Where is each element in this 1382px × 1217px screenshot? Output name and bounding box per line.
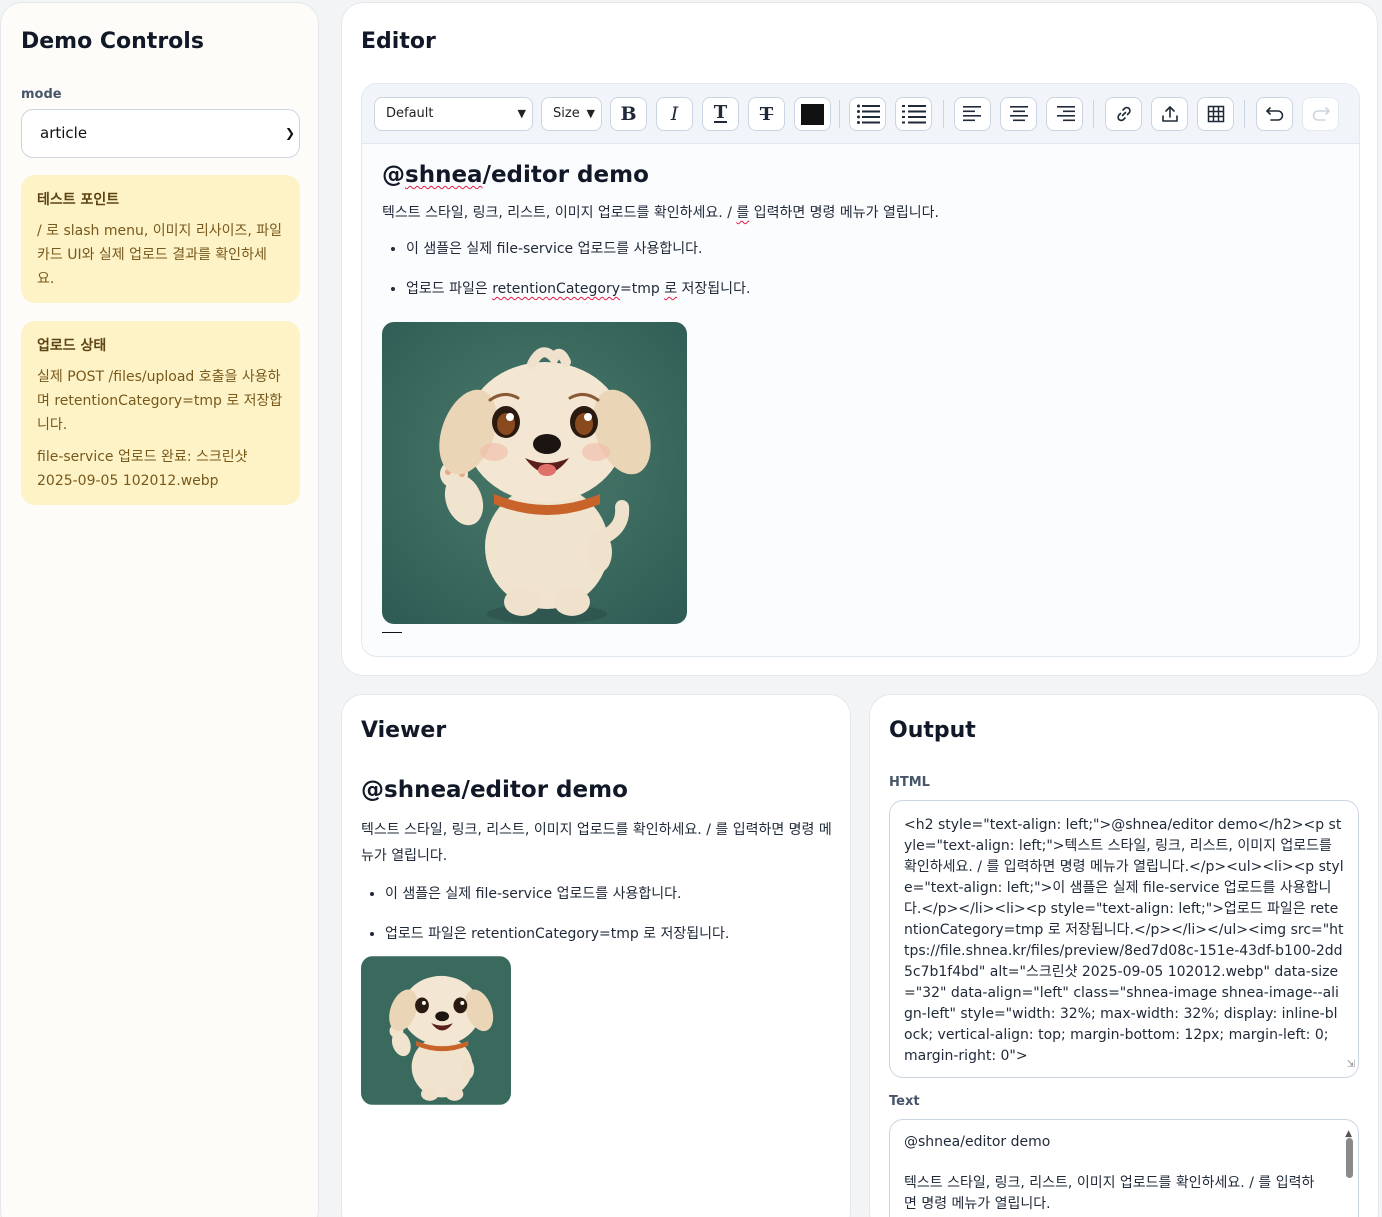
doc-paragraph: 텍스트 스타일, 링크, 리스트, 이미지 업로드를 확인하세요. / 를 입력…: [382, 205, 939, 221]
upload-status-note: 업로드 상태 실제 POST /files/upload 호출을 사용하며 re…: [21, 321, 300, 505]
undo-button[interactable]: [1256, 97, 1293, 131]
color-swatch-icon: [801, 103, 824, 125]
link-icon: [1116, 106, 1131, 122]
toolbar-divider: [943, 100, 944, 128]
editor-toolbar: Default ▼ Size ▼ B I T T: [362, 84, 1359, 144]
html-output-label: HTML: [889, 775, 930, 790]
size-select-value: Size: [553, 106, 580, 121]
resize-handle-icon[interactable]: ⇲: [1347, 1054, 1355, 1075]
mode-select[interactable]: article ❯: [21, 109, 300, 158]
toolbar-divider: [1244, 100, 1245, 128]
toolbar-divider: [1093, 100, 1094, 128]
list-item: 이 샘플은 실제 file-service 업로드를 사용합니다.: [406, 238, 1342, 258]
bullet-list-icon: [856, 104, 880, 124]
note-title: 테스트 포인트: [37, 192, 120, 208]
note-text: / 로 slash menu, 이미지 리사이즈, 파일 카드 UI와 실제 업…: [37, 223, 283, 287]
align-left-button[interactable]: [954, 97, 991, 131]
italic-icon: I: [670, 103, 679, 125]
italic-button[interactable]: I: [656, 97, 693, 131]
text-output-line: @shnea/editor demo: [904, 1134, 1051, 1150]
editor-content[interactable]: @shnea/editor demo 텍스트 스타일, 링크, 리스트, 이미지…: [382, 162, 1342, 318]
text-style-button[interactable]: T: [702, 97, 739, 131]
uploaded-image[interactable]: [382, 322, 687, 624]
list-item: 업로드 파일은 retentionCategory=tmp 로 저장됩니다.: [406, 278, 1342, 298]
ordered-list-button[interactable]: [895, 97, 932, 131]
font-size-select[interactable]: Size ▼: [541, 97, 602, 131]
editor-title: Editor: [361, 29, 436, 54]
test-points-note: 테스트 포인트 / 로 slash menu, 이미지 리사이즈, 파일 카드 …: [21, 175, 300, 303]
link-button[interactable]: [1105, 97, 1142, 131]
html-output-textarea[interactable]: <h2 style="text-align: left;">@shnea/edi…: [889, 800, 1359, 1078]
ordered-list-icon: [901, 105, 926, 124]
upload-button[interactable]: [1151, 97, 1188, 131]
redo-icon: [1312, 107, 1330, 121]
doc-heading: @shnea/editor demo: [361, 777, 628, 803]
doc-bullet-list: 이 샘플은 실제 file-service 업로드를 사용합니다. 업로드 파일…: [406, 238, 1342, 298]
text-color-button[interactable]: [794, 97, 831, 131]
output-panel: Output HTML <h2 style="text-align: left;…: [869, 694, 1379, 1217]
scrollbar-thumb[interactable]: [1346, 1138, 1353, 1178]
table-icon: [1207, 105, 1224, 123]
align-right-button[interactable]: [1046, 97, 1083, 131]
bullet-list-button[interactable]: [849, 97, 886, 131]
upload-icon: [1161, 106, 1178, 122]
undo-icon: [1265, 107, 1283, 121]
text-output-textarea[interactable]: @shnea/editor demo 텍스트 스타일, 링크, 리스트, 이미지…: [889, 1119, 1359, 1217]
viewer-content: @shnea/editor demo 텍스트 스타일, 링크, 리스트, 이미지…: [361, 777, 833, 963]
list-item: 업로드 파일은 retentionCategory=tmp 로 저장됩니다.: [385, 923, 833, 943]
doc-heading: @shnea/editor demo: [382, 162, 649, 188]
mode-label: mode: [21, 87, 62, 102]
text-icon: T: [713, 102, 728, 123]
text-cursor: [382, 632, 402, 633]
sidebar-title: Demo Controls: [21, 29, 204, 54]
toolbar-divider: [839, 100, 840, 128]
text-output-line: 텍스트 스타일, 링크, 리스트, 이미지 업로드를 확인하세요. / 를 입력…: [904, 1175, 1315, 1212]
font-select-value: Default: [386, 106, 434, 121]
upload-result-text: file-service 업로드 완료: 스크린샷 2025-09-05 102…: [37, 449, 248, 489]
viewer-title: Viewer: [361, 718, 447, 743]
list-item: 이 샘플은 실제 file-service 업로드를 사용합니다.: [385, 883, 833, 903]
align-center-icon: [1009, 106, 1028, 122]
align-left-icon: [962, 106, 981, 122]
strikethrough-icon: T: [759, 103, 774, 125]
dog-image-icon: [361, 956, 511, 1105]
chevron-down-icon: ▼: [586, 107, 595, 120]
table-button[interactable]: [1197, 97, 1234, 131]
doc-bullet-list: 이 샘플은 실제 file-service 업로드를 사용합니다. 업로드 파일…: [385, 883, 833, 943]
bold-button[interactable]: B: [610, 97, 647, 131]
editor-frame: Default ▼ Size ▼ B I T T @shnea/editor d…: [361, 83, 1360, 657]
redo-button[interactable]: [1302, 97, 1339, 131]
align-right-icon: [1056, 106, 1075, 122]
html-output-value: <h2 style="text-align: left;">@shnea/edi…: [904, 817, 1344, 1064]
note-title: 업로드 상태: [37, 338, 107, 354]
viewer-image: [361, 956, 511, 1105]
demo-controls-panel: Demo Controls mode article ❯ 테스트 포인트 / 로…: [0, 2, 319, 1217]
chevron-down-icon: ▼: [517, 107, 526, 120]
viewer-panel: Viewer @shnea/editor demo 텍스트 스타일, 링크, 리…: [341, 694, 851, 1217]
text-output-label: Text: [889, 1094, 920, 1109]
align-center-button[interactable]: [1000, 97, 1037, 131]
output-title: Output: [889, 718, 976, 743]
editor-panel: Editor Default ▼ Size ▼ B I T T @shnea/e…: [341, 2, 1378, 676]
doc-paragraph: 텍스트 스타일, 링크, 리스트, 이미지 업로드를 확인하세요. / 를 입력…: [361, 822, 832, 864]
dog-image-icon: [382, 322, 687, 624]
strike-text-button[interactable]: T: [748, 97, 785, 131]
bold-icon: B: [620, 103, 637, 125]
font-family-select[interactable]: Default ▼: [374, 97, 533, 131]
mode-select-value: article: [40, 124, 88, 142]
note-text: 실제 POST /files/upload 호출을 사용하며 retention…: [37, 369, 283, 433]
chevron-down-icon: ❯: [284, 126, 295, 140]
